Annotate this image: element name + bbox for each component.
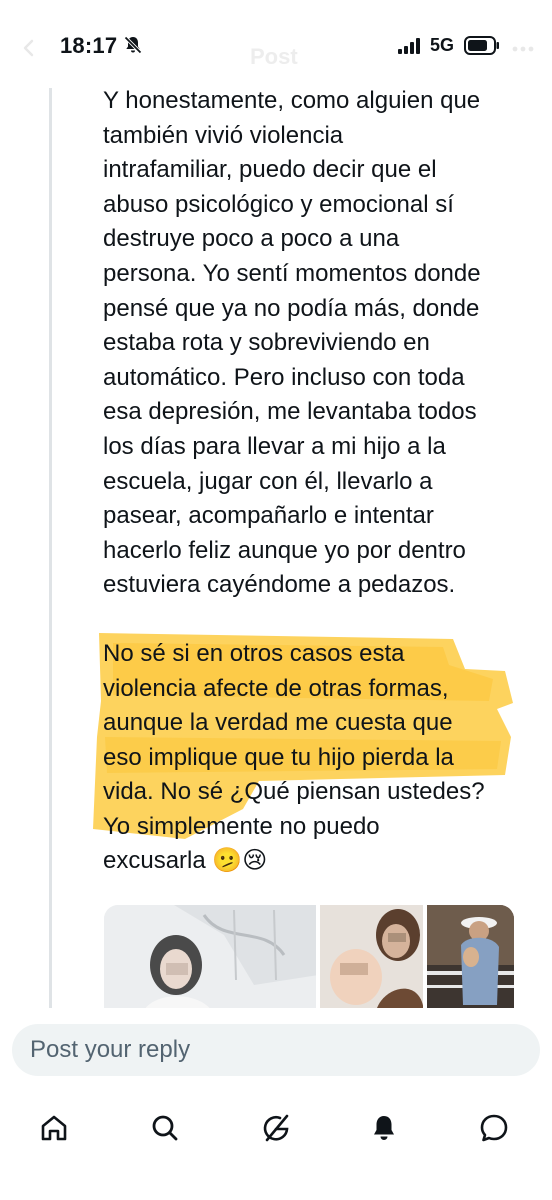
- battery-icon: [464, 36, 499, 55]
- post-paragraph-highlighted: No sé si en otros casos esta violencia a…: [103, 639, 485, 875]
- nav-search[interactable]: [137, 1100, 193, 1156]
- post-media-gallery[interactable]: [104, 905, 514, 1015]
- status-time: 18:17: [60, 33, 118, 58]
- nav-grok[interactable]: [248, 1100, 304, 1156]
- post-image[interactable]: [104, 905, 316, 1015]
- nav-notifications[interactable]: [356, 1100, 412, 1156]
- post-paragraph: Y honestamente, como alguien que también…: [103, 87, 481, 599]
- reply-bar: [0, 1008, 552, 1094]
- bottom-navigation: [0, 1094, 552, 1200]
- messages-icon: [480, 1114, 508, 1142]
- status-bar: 18:17 Post 5G: [0, 0, 552, 90]
- silent-mode-icon: [124, 36, 142, 54]
- cellular-signal-icon: [398, 38, 420, 54]
- back-arrow-icon[interactable]: [20, 38, 40, 58]
- search-icon: [152, 1115, 178, 1141]
- post-image[interactable]: [319, 905, 423, 1015]
- image-content: [319, 905, 423, 1015]
- nav-home[interactable]: [26, 1100, 82, 1156]
- page-title: Post: [250, 44, 298, 69]
- more-options-icon[interactable]: [512, 46, 534, 52]
- image-content: [104, 905, 316, 1015]
- home-icon: [41, 1115, 67, 1141]
- notifications-icon: [374, 1116, 394, 1140]
- network-type: 5G: [430, 35, 455, 55]
- highlighted-paragraph: No sé si en otros casos esta violencia a…: [93, 632, 543, 879]
- nav-messages[interactable]: [466, 1100, 522, 1156]
- image-content: [426, 905, 514, 1015]
- post-body: Y honestamente, como alguien que también…: [93, 84, 543, 879]
- post-image[interactable]: [426, 905, 514, 1015]
- grok-icon: [263, 1114, 289, 1142]
- reply-input[interactable]: [12, 1024, 540, 1076]
- thread-line: [49, 88, 52, 1008]
